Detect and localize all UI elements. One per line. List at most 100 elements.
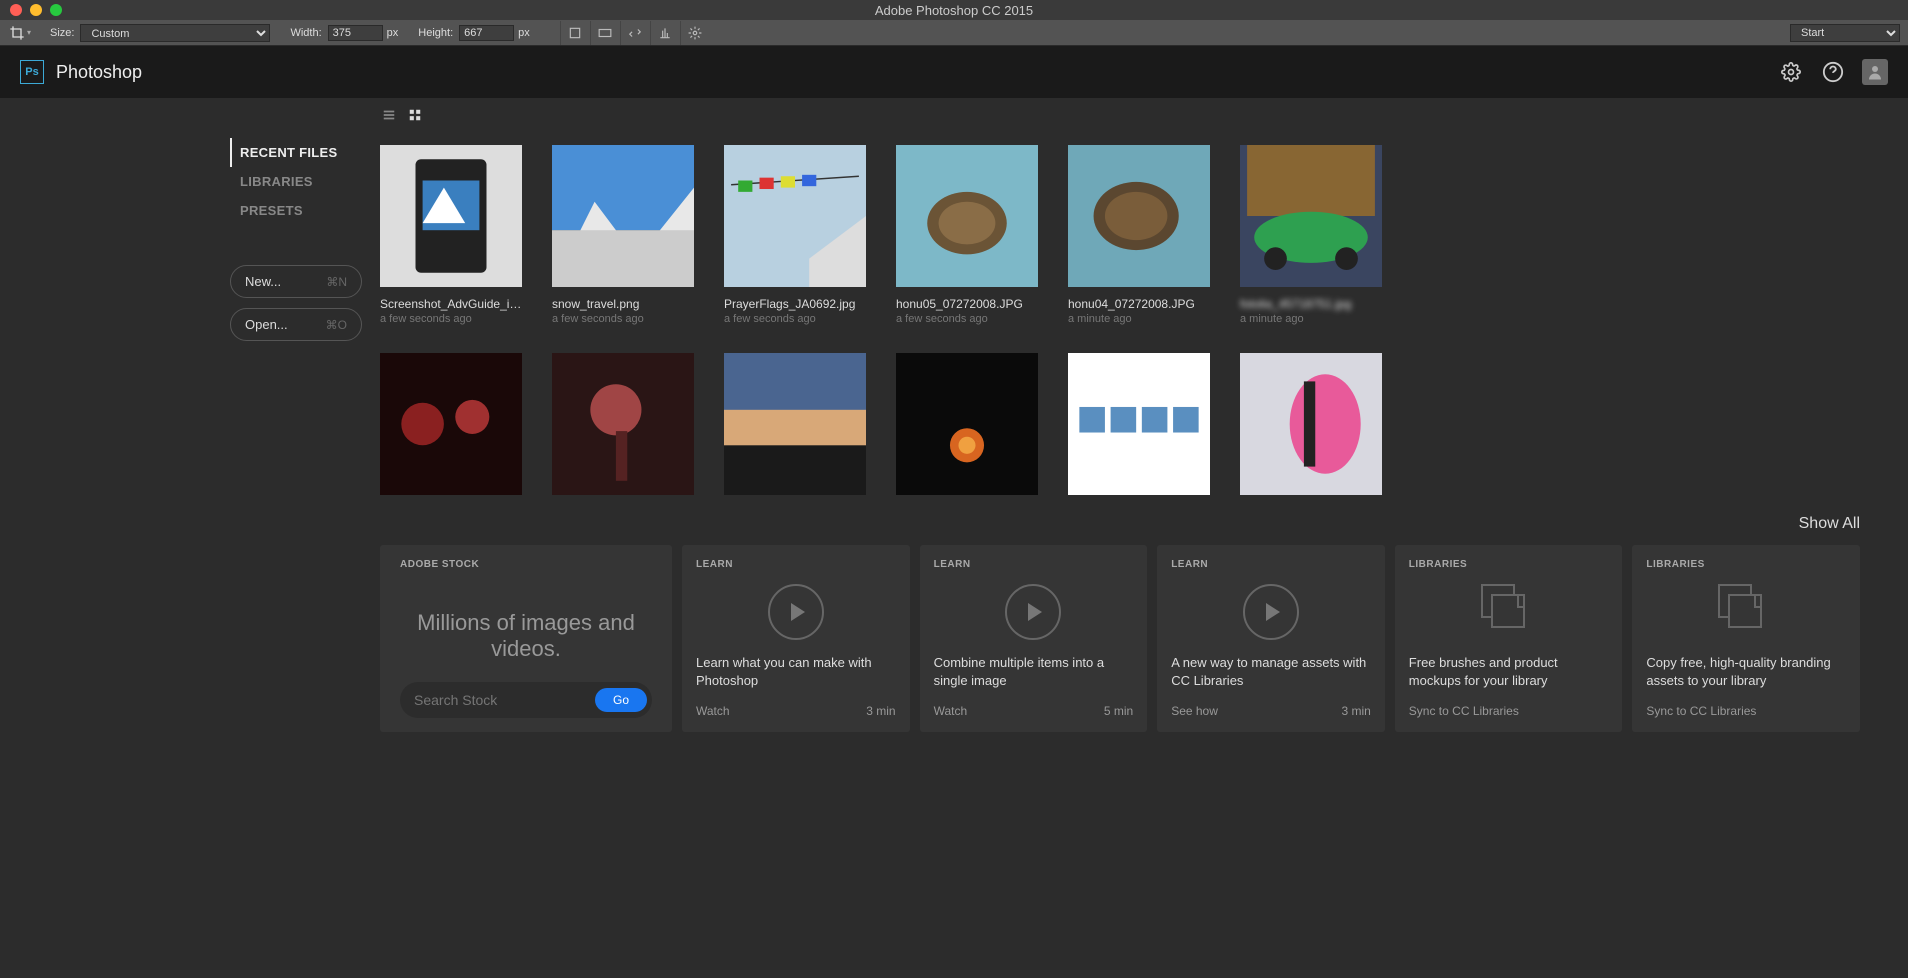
file-thumbnail [1068,353,1210,495]
settings-gear-icon[interactable] [680,21,710,45]
card-title: Free brushes and product mockups for you… [1409,654,1609,690]
width-unit: px [387,27,399,39]
file-card[interactable]: Screenshot_AdvGuide_iPho...a few seconds… [380,145,530,325]
file-thumbnail [1068,145,1210,287]
file-card[interactable] [1068,353,1218,495]
file-thumbnail [1240,353,1382,495]
file-card[interactable] [896,353,1046,495]
file-thumbnail [724,353,866,495]
new-shortcut: ⌘N [326,275,347,289]
play-icon [1243,584,1299,640]
file-card[interactable]: honu04_07272008.JPGa minute ago [1068,145,1218,325]
file-card[interactable] [724,353,874,495]
file-card[interactable] [380,353,530,495]
file-name: snow_travel.png [552,297,694,311]
card-category: LIBRARIES [1409,559,1609,570]
resource-card[interactable]: LEARN Learn what you can make with Photos… [682,545,910,732]
sidebar-tab-presets[interactable]: PRESETS [230,196,362,225]
new-button[interactable]: New... ⌘N [230,265,362,298]
file-thumbnail [896,353,1038,495]
file-card[interactable]: fotolia_45718751.jpga minute ago [1240,145,1390,325]
file-thumbnail [896,145,1038,287]
file-thumbnail [724,145,866,287]
file-name: honu04_07272008.JPG [1068,297,1210,311]
file-time: a minute ago [1240,313,1390,325]
swap-icon[interactable] [620,21,650,45]
adobe-stock-card: ADOBE STOCK Millions of images and video… [380,545,672,732]
stock-search-input[interactable] [414,692,595,708]
width-input[interactable] [328,25,383,41]
file-card[interactable] [1240,353,1390,495]
card-title: A new way to manage assets with CC Libra… [1171,654,1371,690]
options-bar: ▾ Size: Custom Width: px Height: px Star… [0,20,1908,46]
grid-view-icon[interactable] [408,108,422,127]
file-thumbnail [1240,145,1382,287]
card-footer: See how3 min [1171,704,1371,718]
resource-card[interactable]: LIBRARIES Copy free, high-quality brandin… [1632,545,1860,732]
file-thumbnail [380,353,522,495]
file-time: a few seconds ago [380,313,530,325]
size-label: Size: [50,27,74,39]
card-footer: Watch5 min [934,704,1134,718]
start-header: Ps Photoshop [0,46,1908,98]
card-title: Learn what you can make with Photoshop [696,654,896,690]
window-title: Adobe Photoshop CC 2015 [0,3,1908,18]
file-thumbnail [380,145,522,287]
library-icon [1481,584,1537,632]
sidebar-tab-libraries[interactable]: LIBRARIES [230,167,362,196]
file-card[interactable]: snow_travel.pnga few seconds ago [552,145,702,325]
file-time: a few seconds ago [896,313,1046,325]
file-name: Screenshot_AdvGuide_iPho... [380,297,522,311]
file-card[interactable]: honu05_07272008.JPGa few seconds ago [896,145,1046,325]
library-icon [1718,584,1774,632]
card-category: LEARN [1171,559,1371,570]
height-unit: px [518,27,530,39]
preferences-gear-icon[interactable] [1778,59,1804,85]
resource-card[interactable]: LIBRARIES Free brushes and product mockup… [1395,545,1623,732]
new-label: New... [245,274,281,289]
crop-tool-icon[interactable]: ▾ [0,25,40,41]
stock-tagline: Millions of images and videos. [400,610,652,662]
user-avatar[interactable] [1862,59,1888,85]
size-select[interactable]: Custom [80,24,270,42]
stock-search: Go [400,682,652,718]
card-title: Copy free, high-quality branding assets … [1646,654,1846,690]
help-icon[interactable] [1820,59,1846,85]
stock-go-button[interactable]: Go [595,688,647,712]
file-name: PrayerFlags_JA0692.jpg [724,297,866,311]
resource-card[interactable]: LEARN A new way to manage assets with CC … [1157,545,1385,732]
content-area: Screenshot_AdvGuide_iPho...a few seconds… [380,98,1908,978]
resource-card[interactable]: LEARNCombine multiple items into a singl… [920,545,1148,732]
file-time: a few seconds ago [552,313,702,325]
show-all-link[interactable]: Show All [380,515,1868,533]
height-label: Height: [418,27,453,39]
open-button[interactable]: Open... ⌘O [230,308,362,341]
height-input[interactable] [459,25,514,41]
workspace-select[interactable]: Start [1790,24,1900,42]
sidebar-tab-recent-files[interactable]: RECENT FILES [230,138,362,167]
photoshop-logo-icon: Ps [20,60,44,84]
app-name: Photoshop [56,62,142,83]
card-footer: Sync to CC Libraries [1646,704,1846,718]
macos-titlebar: Adobe Photoshop CC 2015 [0,0,1908,20]
card-title: Combine multiple items into a single ima… [934,654,1134,690]
card-footer: Watch3 min [696,704,896,718]
card-category: LEARN [696,559,896,570]
open-shortcut: ⌘O [326,318,347,332]
file-name: fotolia_45718751.jpg [1240,297,1382,311]
file-time: a minute ago [1068,313,1218,325]
play-icon [768,584,824,640]
stock-category: ADOBE STOCK [400,559,652,570]
landscape-icon[interactable] [590,21,620,45]
open-label: Open... [245,317,288,332]
list-view-icon[interactable] [382,108,396,127]
card-category: LIBRARIES [1646,559,1846,570]
play-icon [1005,584,1061,640]
portrait-icon[interactable] [560,21,590,45]
file-name: honu05_07272008.JPG [896,297,1038,311]
start-workspace: RECENT FILESLIBRARIESPRESETS New... ⌘N O… [0,98,1908,978]
file-card[interactable]: PrayerFlags_JA0692.jpga few seconds ago [724,145,874,325]
file-thumbnail [552,145,694,287]
file-card[interactable] [552,353,702,495]
clear-icon[interactable] [650,21,680,45]
